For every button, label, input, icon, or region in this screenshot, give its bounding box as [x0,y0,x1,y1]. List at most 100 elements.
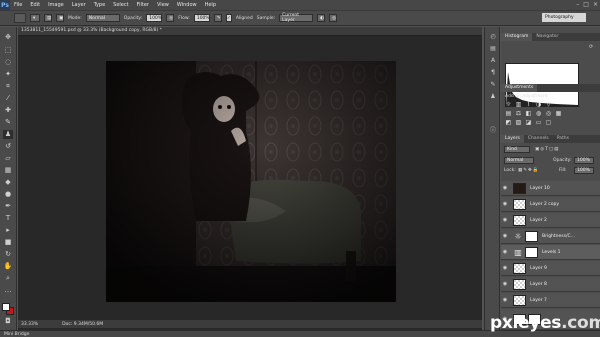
zoom-tool-icon[interactable]: ⌕ [3,274,13,283]
eyedropper-tool-icon[interactable]: ⁄ [3,94,13,103]
path-selection-tool-icon[interactable]: ▸ [3,226,13,235]
levels-icon[interactable]: ▥ [515,102,522,108]
document-size[interactable]: Doc: 9.34M/50.6M [62,322,103,327]
curves-icon[interactable]: ⌇ [525,102,532,108]
document-tab[interactable]: 1353811_15549591.psd @ 33.3% (Background… [18,27,482,36]
workspace-select[interactable]: Photography [542,13,586,22]
menu-window[interactable]: Window [173,2,201,8]
gradient-tool-icon[interactable]: ▦ [3,166,13,175]
eye-icon[interactable]: ◉ [501,249,509,255]
brush-panel-icon[interactable]: ▤ [44,14,52,22]
lock-icons[interactable]: ▦✎✥🔒 [518,168,539,173]
tab-channels[interactable]: Channels [524,135,553,143]
airbrush-icon[interactable]: ✎ [213,14,222,22]
color-balance-icon[interactable]: ⚖ [515,111,522,117]
info-icon[interactable]: ⓘ [489,127,497,135]
posterize-icon[interactable]: ▨ [515,120,522,126]
menu-edit[interactable]: Edit [26,2,44,8]
menu-help[interactable]: Help [201,2,220,8]
healing-brush-tool-icon[interactable]: ✚ [3,106,13,115]
close-button[interactable]: × [593,1,598,8]
eye-icon[interactable]: ◉ [501,185,509,191]
image-canvas[interactable] [106,61,396,302]
clone-source-icon[interactable]: ▣ [56,14,64,22]
aligned-checkbox[interactable]: ✓ [225,14,232,22]
eye-icon[interactable]: ◉ [501,201,509,207]
blend-mode-select[interactable]: Normal [504,157,534,164]
hue-saturation-icon[interactable]: ▤ [505,111,512,117]
tab-paths[interactable]: Paths [553,135,573,143]
mode-select[interactable]: Normal [85,14,120,22]
black-white-icon[interactable]: ◧ [525,111,532,117]
zoom-level[interactable]: 33.33% [21,322,38,327]
pen-tool-icon[interactable]: ✒ [3,202,13,211]
layer-filter-icons[interactable]: ▣◎T▢▤ [535,147,559,152]
eye-icon[interactable]: ◉ [501,233,509,239]
menu-type[interactable]: Type [90,2,109,8]
clone-stamp-tool-icon[interactable] [14,13,26,23]
properties-icon[interactable]: ▤ [489,45,497,53]
layer-filter-kind[interactable]: Kind [504,146,530,153]
paragraph-icon[interactable]: ¶ [489,69,497,77]
menu-select[interactable]: Select [109,2,132,8]
layer-row[interactable]: ◉ Layer 2 [501,213,600,228]
quick-mask-icon[interactable]: ◘ [3,317,13,326]
eye-icon[interactable]: ◉ [501,281,509,287]
pressure-opacity-icon[interactable]: ◎ [166,14,175,22]
layer-row[interactable]: ◉ Layer 9 [501,261,600,276]
layer-mask-thumbnail[interactable] [525,246,538,258]
shape-tool-icon[interactable]: ■ [3,238,13,247]
more-tools-icon[interactable]: … [3,286,13,295]
menu-layer[interactable]: Layer [68,2,90,8]
threshold-icon[interactable]: ◪ [525,120,532,126]
quick-select-tool-icon[interactable]: ✦ [3,70,13,79]
clone-stamp-tool-icon[interactable]: ♟ [3,130,13,139]
type-tool-icon[interactable]: T [3,214,13,223]
sample-select[interactable]: Current Layer [279,13,314,23]
flow-input[interactable]: 100% [193,14,210,22]
exposure-icon[interactable]: ◑ [535,102,542,108]
dodge-tool-icon[interactable]: ● [3,190,13,199]
history-brush-tool-icon[interactable]: ↺ [3,142,13,151]
maximize-button[interactable]: □ [583,1,589,8]
eraser-tool-icon[interactable]: ▱ [3,154,13,163]
eye-icon[interactable]: ◉ [501,217,509,223]
menu-image[interactable]: Image [44,2,68,8]
eye-icon[interactable]: ◉ [501,297,509,303]
gradient-map-icon[interactable]: ▭ [535,120,542,126]
tab-navigator[interactable]: Navigator [532,33,562,41]
layer-row[interactable]: ◉ ☼ Brightness/C... [501,229,600,244]
crop-tool-icon[interactable]: ⌗ [3,82,13,91]
layer-row[interactable]: ◉ Layer 8 [501,277,600,292]
layer-row[interactable]: ◉ Layer 2 copy [501,197,600,212]
selective-color-icon[interactable]: ▢ [545,120,552,126]
menu-view[interactable]: View [153,2,173,8]
foreground-color-swatch[interactable] [2,303,10,311]
brightness-icon[interactable]: ☼ [505,102,512,108]
adjustments-title[interactable]: Adjustments [501,84,538,92]
layer-row[interactable]: ◉ Layer 10 [501,181,600,196]
layer-row[interactable]: ◉ ▥ Levels 1 [501,245,600,260]
brush-tool-icon[interactable]: ✎ [3,118,13,127]
pressure-size-icon[interactable]: ◎ [329,14,338,22]
tab-histogram[interactable]: Histogram [501,33,533,41]
menu-filter[interactable]: Filter [133,2,153,8]
move-tool-icon[interactable]: ✥ [3,33,13,42]
marquee-tool-icon[interactable]: ⬚ [3,46,13,55]
layer-mask-thumbnail[interactable] [525,230,538,242]
tab-layers[interactable]: Layers [501,135,524,143]
character-icon[interactable]: A [489,57,497,65]
3d-rotate-tool-icon[interactable]: ↻ [3,250,13,259]
photo-filter-icon[interactable]: ◍ [535,111,542,117]
fill-input[interactable]: 100% [574,167,594,174]
ignore-adjustment-icon[interactable]: ◐ [317,14,326,22]
lasso-tool-icon[interactable]: ◌ [3,58,13,67]
channel-mixer-icon[interactable]: ◎ [545,111,552,117]
menu-file[interactable]: File [10,2,26,8]
history-icon[interactable]: ◴ [489,33,497,41]
refresh-icon[interactable]: ⟳ [589,44,593,50]
layer-row[interactable]: ◉ Layer 7 [501,293,600,308]
clone-source-panel-icon[interactable]: ♟ [489,93,497,101]
hand-tool-icon[interactable]: ✋ [3,262,13,271]
brush-presets-icon[interactable]: ✎ [489,81,497,89]
